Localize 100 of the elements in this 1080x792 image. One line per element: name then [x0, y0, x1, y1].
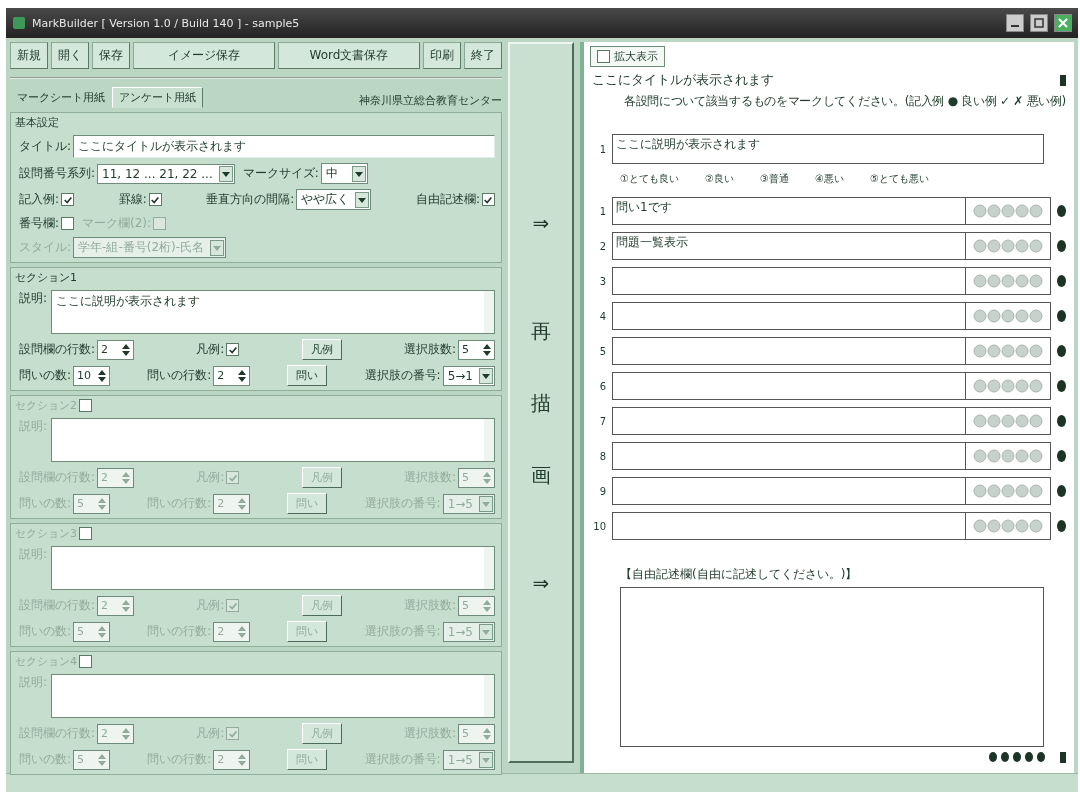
item-number: 2	[598, 240, 606, 252]
toolbar-button[interactable]: 保存	[92, 42, 130, 69]
free-text-label: 【自由記述欄(自由に記述してください。)】	[620, 566, 858, 583]
checkbox[interactable]	[226, 343, 240, 356]
checkbox[interactable]	[597, 50, 610, 63]
field-label: タイトル:	[19, 138, 72, 155]
timing-marks-drawing	[988, 751, 1048, 763]
checkbox[interactable]	[61, 193, 75, 206]
dropdown[interactable]: 中	[320, 163, 368, 184]
timing-mark-icon	[1060, 74, 1066, 86]
answer-circles-drawing	[973, 239, 1043, 253]
description-field[interactable]: ここに説明が表示されます	[51, 290, 495, 334]
field-label: 罫線:	[118, 191, 147, 208]
item-number: 9	[598, 485, 606, 497]
dropdown[interactable]: 11, 12 ... 21, 22 ...	[97, 163, 235, 184]
answer-circles-drawing	[973, 484, 1043, 498]
minimize-button[interactable]	[1006, 14, 1024, 32]
field-label: 問いの数:	[19, 367, 72, 384]
answer-circles-drawing	[973, 309, 1043, 323]
answer-circles-drawing	[973, 344, 1043, 358]
timing-mark-icon	[1057, 380, 1066, 392]
spin-field[interactable]: 2	[213, 365, 251, 386]
toolbar-button[interactable]: 印刷	[423, 42, 461, 69]
answer-circles-drawing	[973, 274, 1043, 288]
field-label: 選択肢の番号:	[364, 367, 441, 384]
spin-field[interactable]: 10	[73, 365, 111, 386]
group-title: セクション1	[15, 270, 77, 285]
field-label: 問いの行数:	[147, 367, 212, 384]
option-button[interactable]: 凡例	[301, 339, 342, 360]
legend-label: ①とても良い	[620, 172, 679, 186]
app-icon	[12, 16, 26, 30]
group-title: 基本設定	[15, 115, 59, 130]
answer-circles-drawing	[973, 414, 1043, 428]
answer-circles-drawing	[973, 449, 1043, 463]
legend-label: ②良い	[704, 172, 734, 186]
close-button[interactable]	[1054, 14, 1072, 32]
organization-label: 神奈川県立総合教育センター	[359, 93, 502, 108]
tab[interactable]: マークシート用紙	[10, 87, 112, 108]
timing-mark-icon	[1060, 751, 1066, 763]
item-number: 1	[598, 205, 606, 217]
field-label: 垂直方向の間隔:	[206, 191, 295, 208]
instructions-text: 各設問について該当するものをマークしてください。(記入例 ● 良い例 ✓ ✗ 悪い例)	[623, 93, 1066, 110]
item-number: 7	[598, 415, 606, 427]
item-number: 4	[598, 310, 606, 322]
zoom-toggle[interactable]: 拡大表示	[590, 46, 665, 67]
window-title: MarkBuilder [ Version 1.0 / Build 140 ] - sample5	[32, 16, 301, 30]
legend-label: ④悪い	[814, 172, 844, 186]
question-number: 1	[598, 143, 606, 155]
field-label: 記入例:	[19, 191, 60, 208]
answer-circles-drawing	[973, 519, 1043, 533]
option-button[interactable]: 問い	[287, 365, 328, 386]
timing-mark-icon	[1057, 275, 1066, 287]
maximize-button[interactable]	[1030, 14, 1048, 32]
close-icon	[1058, 18, 1068, 28]
timing-mark-icon	[1057, 415, 1066, 427]
maximize-icon	[1034, 18, 1044, 28]
timing-mark-icon	[1057, 485, 1066, 497]
field-label: マークサイズ:	[242, 165, 319, 182]
item-text: 問題一覧表示	[615, 234, 689, 251]
legend-label: ③普通	[759, 172, 789, 186]
question-box: ここに説明が表示されます	[612, 134, 1044, 164]
dropdown[interactable]: やや広く	[296, 189, 372, 210]
dropdown[interactable]: 5→1	[442, 365, 495, 386]
checkbox[interactable]	[148, 193, 162, 206]
toolbar-button[interactable]: イメージ保存	[133, 42, 275, 69]
toolbar-button[interactable]: 開く	[51, 42, 89, 69]
timing-mark-icon	[1057, 345, 1066, 357]
sheet-title: ここにタイトルが表示されます	[592, 71, 774, 89]
timing-mark-icon	[1057, 310, 1066, 322]
tab[interactable]: アンケート用紙	[112, 87, 203, 108]
checkbox[interactable]	[481, 193, 495, 206]
field-label: 設問番号系列:	[19, 165, 96, 182]
item-number: 6	[598, 380, 606, 392]
item-number: 10	[592, 520, 606, 532]
timing-mark-icon	[1057, 520, 1066, 532]
answer-circles-drawing	[973, 204, 1043, 218]
checkbox[interactable]	[61, 217, 75, 230]
toolbar-button[interactable]: 終了	[464, 42, 502, 69]
item-number: 5	[598, 345, 606, 357]
toolbar-button[interactable]: Word文書保存	[278, 42, 420, 69]
timing-mark-icon	[1057, 205, 1066, 217]
field-label: 設問欄の行数:	[19, 341, 96, 358]
field-label: 説明:	[19, 290, 48, 307]
minimize-icon	[1011, 25, 1019, 27]
timing-mark-icon	[1057, 450, 1066, 462]
field-label: 凡例:	[196, 341, 225, 358]
toolbar-button[interactable]: 新規	[10, 42, 48, 69]
redraw-button[interactable]: ⇒ 再描画 ⇒	[508, 42, 574, 763]
spin-field[interactable]: 5	[458, 339, 495, 360]
field-label: 番号欄:	[19, 215, 60, 232]
legend-label: ⑤とても悪い	[869, 172, 929, 186]
item-number: 3	[598, 275, 606, 287]
field-label: 選択肢数:	[403, 341, 456, 358]
item-number: 8	[598, 450, 606, 462]
title-input[interactable]: ここにタイトルが表示されます	[73, 135, 495, 158]
field-label: 自由記述欄:	[415, 191, 480, 208]
answer-circles-drawing	[973, 379, 1043, 393]
timing-mark-icon	[1057, 240, 1066, 252]
item-text: 問い1です	[615, 199, 673, 216]
spin-field[interactable]: 2	[97, 339, 135, 360]
